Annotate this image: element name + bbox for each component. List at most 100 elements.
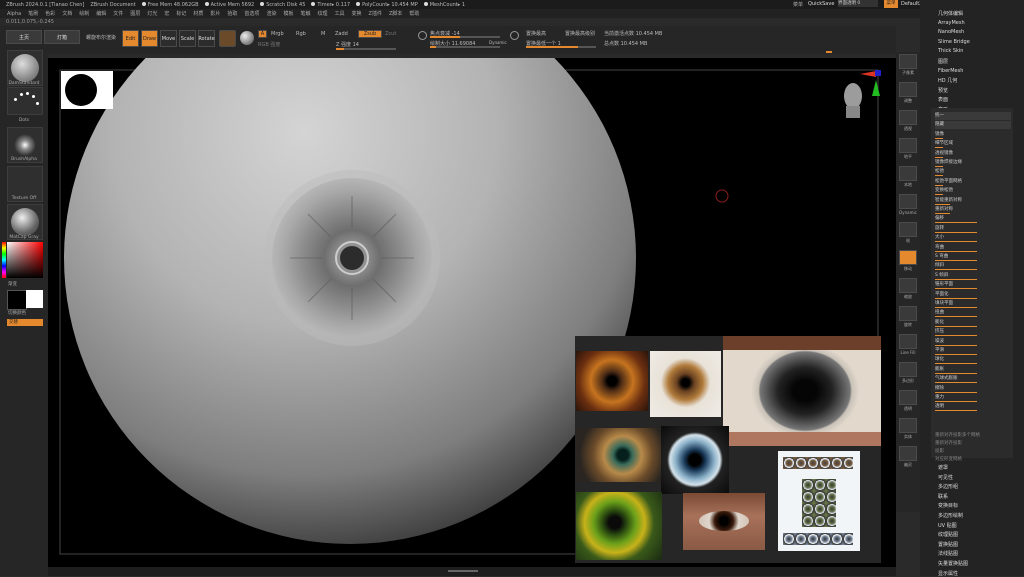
panel-item[interactable]: FiberMesh bbox=[938, 68, 963, 74]
z-intensity-slider[interactable]: Z 强度 14 bbox=[336, 41, 359, 48]
z-intensity-bar[interactable] bbox=[336, 48, 396, 50]
eye-photo-4[interactable] bbox=[576, 428, 661, 482]
deform-row[interactable]: 气球式膨胀 bbox=[935, 375, 1011, 384]
panel-item[interactable]: 几何体编辑 bbox=[938, 10, 963, 17]
reference-image-board[interactable] bbox=[575, 336, 881, 563]
deform-row-slider[interactable] bbox=[935, 147, 943, 149]
menu-item[interactable]: 色彩 bbox=[45, 10, 55, 17]
menu-item[interactable]: 材质 bbox=[193, 10, 203, 17]
menu-item[interactable]: Z插件 bbox=[369, 10, 382, 17]
menu-item[interactable]: Z脚本 bbox=[389, 10, 402, 17]
deform-row[interactable]: 偏移 bbox=[935, 215, 1011, 224]
eye-photo-1[interactable] bbox=[576, 351, 648, 411]
deform-row-slider[interactable] bbox=[935, 222, 977, 224]
deform-row[interactable]: 膨化 bbox=[935, 319, 1011, 327]
subdiv-bar[interactable] bbox=[526, 46, 596, 48]
shelf-button[interactable] bbox=[899, 362, 917, 377]
switch-color-button[interactable]: 切换颜色 bbox=[8, 310, 52, 316]
deform-row[interactable]: 倾斜 bbox=[935, 262, 1011, 271]
panel-item[interactable]: UV 贴图 bbox=[938, 522, 957, 529]
panel-item[interactable]: Thick Skin bbox=[938, 48, 963, 54]
quicksave-button[interactable]: QuickSave bbox=[808, 1, 834, 7]
menu-item[interactable]: 笔刷 bbox=[28, 10, 38, 17]
deform-row-slider[interactable] bbox=[935, 297, 977, 299]
panel-item[interactable]: 置换贴图 bbox=[938, 541, 958, 548]
deform-row-slider[interactable] bbox=[935, 354, 977, 355]
subpanel-footer-item[interactable]: 对应形变网格 bbox=[935, 456, 1011, 464]
panel-item[interactable]: 变换目标 bbox=[938, 502, 958, 509]
panel-item[interactable]: 预览 bbox=[938, 87, 948, 94]
eye-photo-6[interactable] bbox=[576, 492, 662, 560]
a-toggle[interactable]: A bbox=[258, 30, 267, 38]
zadd-toggle[interactable]: Zadd bbox=[335, 31, 348, 37]
subpanel-footer-item[interactable]: 重新对齐投影 bbox=[935, 440, 1011, 448]
menu-item[interactable]: 首选项 bbox=[244, 10, 259, 17]
zcut-toggle[interactable]: Zcut bbox=[385, 31, 396, 37]
deform-row[interactable]: 扭曲 bbox=[935, 309, 1011, 318]
panel-item[interactable]: 矢量置换贴图 bbox=[938, 560, 968, 567]
menu-item[interactable]: 帮助 bbox=[409, 10, 419, 17]
menu-item[interactable]: 宏 bbox=[164, 10, 169, 17]
deform-row-slider[interactable] bbox=[935, 325, 977, 327]
shelf-button[interactable] bbox=[899, 166, 917, 181]
deform-row-slider[interactable] bbox=[935, 166, 943, 167]
menu-item[interactable]: 影片 bbox=[210, 10, 220, 17]
deform-row[interactable]: 擦除 bbox=[935, 385, 1011, 393]
deform-row[interactable]: 挤压 bbox=[935, 328, 1011, 337]
deform-row-slider[interactable] bbox=[935, 372, 977, 374]
shelf-button[interactable] bbox=[899, 250, 917, 265]
stroke-thumbnail[interactable] bbox=[7, 87, 43, 115]
panel-item[interactable]: 联系 bbox=[938, 493, 948, 500]
deform-row-slider[interactable] bbox=[935, 288, 977, 290]
deform-row-slider[interactable] bbox=[935, 156, 943, 158]
subdiv-highest-level[interactable]: 置换最高级别 bbox=[565, 30, 595, 37]
shelf-button[interactable] bbox=[899, 54, 917, 69]
rgb-intensity-slider[interactable]: RGB 强度 bbox=[258, 41, 280, 48]
menu-item[interactable]: 文件 bbox=[113, 10, 123, 17]
deform-row-slider[interactable] bbox=[935, 269, 977, 271]
deform-row-slider[interactable] bbox=[935, 316, 977, 318]
deform-row-slider[interactable] bbox=[935, 231, 977, 233]
panel-item[interactable]: 遮罩 bbox=[938, 464, 948, 471]
shelf-button[interactable] bbox=[899, 306, 917, 321]
live-boolean-button[interactable]: 螺旋布尔渲染 bbox=[86, 34, 116, 41]
deform-row-slider[interactable] bbox=[935, 382, 977, 384]
draw-size-bar[interactable] bbox=[430, 46, 500, 48]
menu-item[interactable]: 编辑 bbox=[96, 10, 106, 17]
deform-row[interactable]: 膨胀 bbox=[935, 366, 1011, 374]
deform-row-slider[interactable] bbox=[935, 391, 977, 393]
panel-item[interactable]: Slime Bridge bbox=[938, 39, 970, 45]
panel-item[interactable]: 可见性 bbox=[938, 474, 953, 481]
menu-item[interactable]: 标记 bbox=[176, 10, 186, 17]
material-swatch[interactable] bbox=[219, 30, 236, 47]
deform-row[interactable]: 弯曲 bbox=[935, 244, 1011, 252]
panel-item[interactable]: 纹理贴图 bbox=[938, 531, 958, 538]
rgb-toggle[interactable]: Rgb bbox=[296, 31, 306, 37]
eye-photo-7[interactable] bbox=[683, 493, 765, 550]
deform-row[interactable]: 智能重新对称 bbox=[935, 197, 1011, 205]
shelf-button[interactable] bbox=[899, 446, 917, 461]
deform-row-slider[interactable] bbox=[935, 175, 943, 177]
dynamic-toggle[interactable]: Dynamic bbox=[489, 40, 507, 45]
deform-row[interactable]: 大小 bbox=[935, 234, 1011, 243]
deform-row-slider[interactable] bbox=[935, 213, 951, 214]
deform-row-slider[interactable] bbox=[935, 363, 977, 365]
deform-row[interactable]: 填块平面 bbox=[935, 300, 1011, 308]
menu-item[interactable]: 模板 bbox=[283, 10, 293, 17]
m-toggle[interactable]: M bbox=[321, 31, 325, 37]
scale-button[interactable]: Scale bbox=[179, 30, 196, 47]
zsub-toggle[interactable]: Zsub bbox=[358, 30, 382, 38]
menu-item[interactable]: 工具 bbox=[335, 10, 345, 17]
deform-row[interactable]: 平滑 bbox=[935, 347, 1011, 355]
shelf-button[interactable] bbox=[899, 418, 917, 433]
deform-row[interactable]: 透明 bbox=[935, 403, 1011, 412]
deform-row[interactable]: 变换松弛 bbox=[935, 187, 1011, 196]
deform-row[interactable]: 松弛 bbox=[935, 168, 1011, 177]
subpanel-footer-item[interactable]: 重新对齐投影多个网格 bbox=[935, 432, 1011, 440]
menu-item[interactable]: 变换 bbox=[352, 10, 362, 17]
deform-row[interactable]: S 弯曲 bbox=[935, 253, 1011, 261]
shelf-button[interactable] bbox=[899, 222, 917, 237]
hue-strip[interactable] bbox=[2, 242, 6, 278]
shelf-button[interactable] bbox=[899, 110, 917, 125]
shelf-button[interactable] bbox=[899, 138, 917, 153]
